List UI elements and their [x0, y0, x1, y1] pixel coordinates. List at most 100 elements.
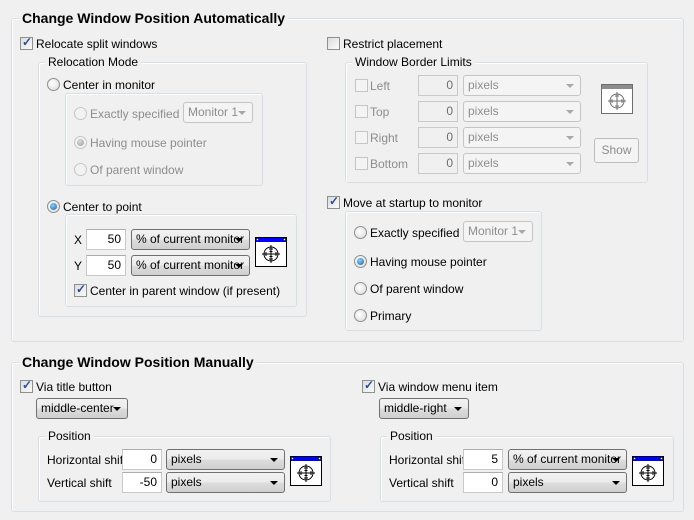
menu-item-anchor-select[interactable]: middle-right: [379, 398, 469, 419]
title-button-v-unit-select[interactable]: pixels: [166, 472, 285, 493]
chevron-down-icon: [612, 481, 620, 485]
menu-item-h-shift-input[interactable]: 5: [463, 449, 503, 470]
window-target-icon[interactable]: [255, 237, 287, 267]
title-button-v-shift-input[interactable]: -50: [122, 472, 162, 493]
chevron-down-icon: [270, 481, 278, 485]
title-button-h-shift-input[interactable]: 0: [122, 449, 162, 470]
startup-parent-window-radio[interactable]: [354, 282, 367, 295]
menu-item-h-unit-value: % of current monitor: [513, 452, 622, 466]
of-parent-window-label[interactable]: Of parent window: [90, 163, 183, 177]
show-button[interactable]: Show: [594, 138, 639, 163]
bottom-limit-unit-select[interactable]: pixels: [463, 153, 581, 174]
chevron-down-icon: [566, 84, 574, 88]
top-limit-input[interactable]: 0: [418, 101, 458, 122]
center-in-monitor-radio[interactable]: [47, 78, 60, 91]
chevron-down-icon: [235, 238, 243, 242]
having-mouse-pointer-label[interactable]: Having mouse pointer: [90, 136, 207, 150]
left-limit-checkbox[interactable]: [355, 79, 368, 92]
title-button-v-shift-label: Vertical shift: [47, 476, 112, 490]
bottom-limit-unit-value: pixels: [468, 156, 499, 170]
right-limit-unit-select[interactable]: pixels: [463, 127, 581, 148]
left-limit-input[interactable]: 0: [418, 75, 458, 96]
chevron-down-icon: [566, 136, 574, 140]
menu-item-label[interactable]: Via window menu item: [378, 380, 498, 394]
manual-group-title: Change Window Position Manually: [19, 354, 257, 370]
center-in-monitor-label[interactable]: Center in monitor: [63, 78, 155, 92]
center-to-point-radio[interactable]: [47, 200, 60, 213]
startup-parent-window-label[interactable]: Of parent window: [370, 282, 463, 296]
top-limit-checkbox[interactable]: [355, 105, 368, 118]
of-parent-window-radio[interactable]: [74, 163, 87, 176]
title-button-h-unit-value: pixels: [171, 452, 202, 466]
startup-primary-radio[interactable]: [354, 309, 367, 322]
top-limit-unit-select[interactable]: pixels: [463, 101, 581, 122]
startup-mouse-pointer-radio[interactable]: [354, 255, 367, 268]
left-limit-unit-select[interactable]: pixels: [463, 75, 581, 96]
bottom-limit-input[interactable]: 0: [418, 153, 458, 174]
top-limit-unit-value: pixels: [468, 104, 499, 118]
right-limit-label[interactable]: Right: [370, 131, 398, 145]
menu-item-h-unit-select[interactable]: % of current monitor: [508, 449, 627, 470]
relocate-split-label[interactable]: Relocate split windows: [36, 37, 157, 51]
title-button-position-title: Position: [45, 429, 94, 443]
menu-item-v-unit-select[interactable]: pixels: [508, 472, 627, 493]
menu-item-v-shift-input[interactable]: 0: [463, 472, 503, 493]
x-input[interactable]: 50: [86, 229, 126, 250]
center-parent-label[interactable]: Center in parent window (if present): [90, 284, 280, 298]
menu-item-v-unit-value: pixels: [513, 475, 544, 489]
check-icon: ✓: [76, 282, 87, 296]
title-button-h-unit-select[interactable]: pixels: [166, 449, 285, 470]
startup-exactly-specified-label[interactable]: Exactly specified: [370, 226, 459, 240]
title-button-v-unit-value: pixels: [171, 475, 202, 489]
radio-dot: [77, 139, 84, 146]
y-input[interactable]: 50: [86, 255, 126, 276]
top-limit-label[interactable]: Top: [370, 105, 389, 119]
center-to-point-label[interactable]: Center to point: [63, 200, 142, 214]
center-parent-checkbox[interactable]: ✓: [74, 282, 87, 297]
title-button-label[interactable]: Via title button: [36, 380, 112, 394]
startup-monitor-value: Monitor 1: [468, 224, 519, 238]
exactly-specified-label[interactable]: Exactly specified: [90, 107, 179, 121]
left-limit-label[interactable]: Left: [370, 79, 390, 93]
having-mouse-pointer-radio[interactable]: [74, 136, 87, 149]
startup-exactly-specified-radio[interactable]: [354, 226, 367, 239]
startup-mouse-pointer-label[interactable]: Having mouse pointer: [370, 255, 487, 269]
x-unit-select[interactable]: % of current monitor: [131, 229, 250, 250]
bottom-limit-checkbox[interactable]: [355, 157, 368, 170]
title-button-anchor-value: middle-center: [41, 401, 114, 415]
move-startup-label[interactable]: Move at startup to monitor: [343, 196, 482, 210]
check-icon: ✓: [22, 35, 33, 49]
x-unit-value: % of current monitor: [136, 232, 245, 246]
relocate-split-checkbox[interactable]: ✓: [20, 35, 33, 50]
right-limit-unit-value: pixels: [468, 130, 499, 144]
title-button-checkbox[interactable]: ✓: [20, 378, 33, 393]
auto-group-title: Change Window Position Automatically: [19, 10, 289, 26]
menu-item-checkbox[interactable]: ✓: [362, 378, 375, 393]
chevron-down-icon: [270, 458, 278, 462]
startup-monitor-select[interactable]: Monitor 1: [463, 221, 533, 242]
check-icon: ✓: [329, 194, 340, 208]
exactly-specified-radio[interactable]: [74, 107, 87, 120]
title-button-anchor-select[interactable]: middle-center: [36, 398, 128, 419]
right-limit-input[interactable]: 0: [418, 127, 458, 148]
startup-primary-label[interactable]: Primary: [370, 309, 411, 323]
title-button-window-target-icon[interactable]: [290, 456, 322, 486]
restrict-placement-label[interactable]: Restrict placement: [343, 37, 442, 51]
chevron-down-icon: [518, 230, 526, 234]
y-label: Y: [74, 259, 83, 273]
y-unit-select[interactable]: % of current monitor: [131, 255, 250, 276]
check-icon: ✓: [22, 378, 33, 392]
bottom-limit-label[interactable]: Bottom: [370, 157, 408, 171]
right-limit-checkbox[interactable]: [355, 131, 368, 144]
restrict-placement-checkbox[interactable]: [327, 37, 340, 50]
monitor-select[interactable]: Monitor 1: [183, 102, 253, 123]
menu-item-position-title: Position: [387, 429, 436, 443]
move-startup-checkbox[interactable]: ✓: [327, 194, 340, 209]
relocation-mode-title: Relocation Mode: [45, 55, 142, 69]
menu-item-window-target-icon[interactable]: [632, 456, 664, 486]
check-icon: ✓: [364, 378, 375, 392]
chevron-down-icon: [113, 407, 121, 411]
window-target-icon-disabled[interactable]: [601, 84, 633, 114]
chevron-down-icon: [235, 264, 243, 268]
menu-item-v-shift-label: Vertical shift: [389, 476, 454, 490]
